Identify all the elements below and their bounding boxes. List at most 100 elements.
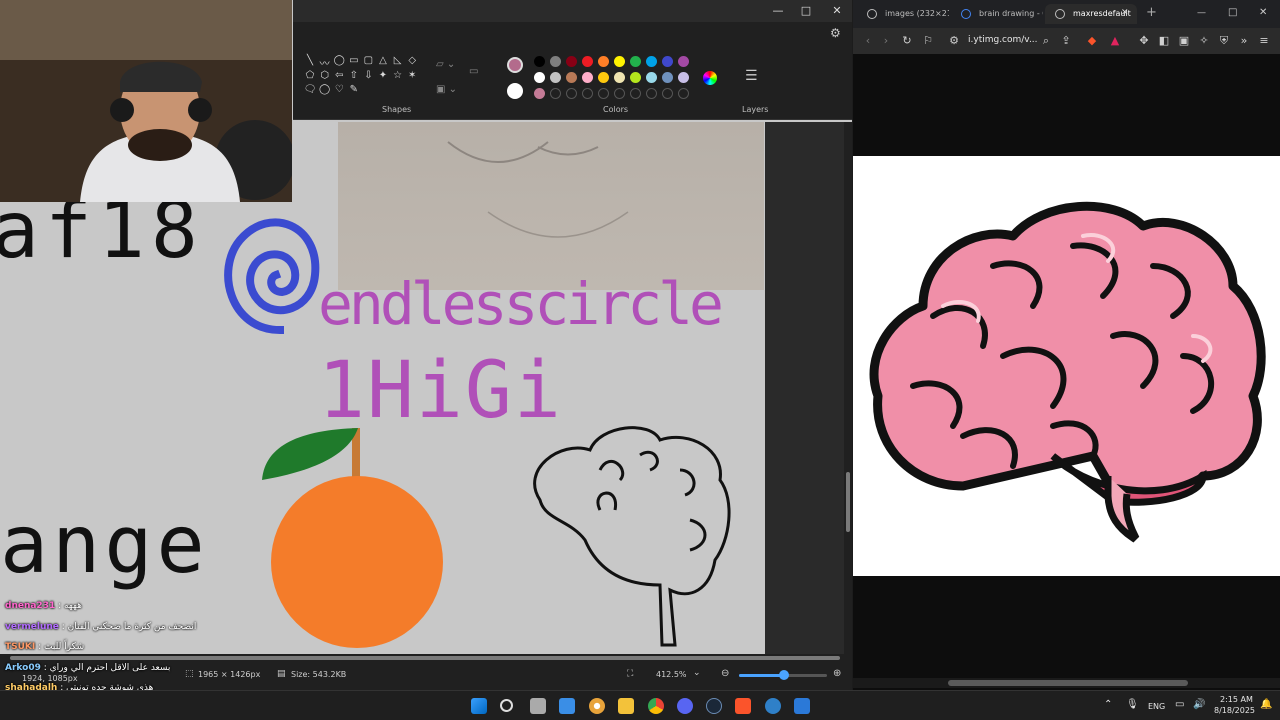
close-tab-icon[interactable]: ✕	[1121, 8, 1129, 18]
chat-username[interactable]: dnena231	[5, 601, 55, 611]
paint-horizontal-scrollbar[interactable]	[0, 654, 852, 662]
empty-color-slot[interactable]	[598, 88, 609, 99]
store-icon[interactable]	[559, 698, 575, 714]
back-icon[interactable]: ‹	[861, 34, 875, 48]
palette-color-swatch[interactable]	[646, 56, 657, 67]
palette-color-swatch[interactable]	[662, 56, 673, 67]
chat-username[interactable]: Arko09	[5, 663, 41, 673]
palette-color-swatch[interactable]	[598, 72, 609, 83]
site-info-icon[interactable]: ⚙	[947, 34, 961, 48]
notifications-icon[interactable]: 🔔	[1260, 699, 1272, 710]
menu-icon[interactable]: ≡	[1257, 34, 1271, 48]
file-explorer-icon[interactable]	[618, 698, 634, 714]
reload-icon[interactable]: ↻	[900, 34, 914, 48]
shape-tool-icon[interactable]: △	[376, 55, 390, 66]
palette-color-swatch[interactable]	[662, 72, 673, 83]
shape-tool-icon[interactable]: ▭	[347, 55, 361, 66]
extensions-icon[interactable]: ✥	[1137, 34, 1151, 48]
palette-color-swatch[interactable]	[550, 72, 561, 83]
tab-images[interactable]: images (232×217)	[857, 4, 949, 24]
horizontal-scroll-thumb[interactable]	[10, 656, 840, 660]
zoom-slider-thumb[interactable]	[779, 670, 789, 680]
shape-tool-icon[interactable]: ✦	[376, 70, 390, 81]
brave-icon[interactable]	[735, 698, 751, 714]
empty-color-slot[interactable]	[678, 88, 689, 99]
layers-group-label[interactable]: Layers	[742, 105, 768, 114]
shape-tool-icon[interactable]: ⬠	[303, 70, 317, 81]
palette-color-swatch[interactable]	[534, 56, 545, 67]
shape-fill-icon[interactable]: ▣ ⌄	[436, 84, 457, 95]
wallet-icon[interactable]: ▣	[1177, 34, 1191, 48]
shape-tool-icon[interactable]: ☆	[391, 70, 405, 81]
shape-tool-icon[interactable]: ⇩	[361, 70, 375, 81]
empty-color-slot[interactable]	[566, 88, 577, 99]
zoom-out-icon[interactable]: ⊖	[721, 668, 729, 679]
more-tools-icon[interactable]: »	[1237, 34, 1251, 48]
leo-ai-icon[interactable]: ✧	[1197, 34, 1211, 48]
palette-color-swatch[interactable]	[630, 56, 641, 67]
shape-tool-icon[interactable]: ◯	[318, 84, 332, 95]
chat-username[interactable]: vermelune	[5, 622, 59, 632]
palette-color-swatch[interactable]	[582, 72, 593, 83]
input-language[interactable]: ENG	[1148, 702, 1165, 711]
palette-color-swatch[interactable]	[550, 56, 561, 67]
share-icon[interactable]: ⇪	[1059, 34, 1073, 48]
tray-overflow-icon[interactable]: ⌃	[1104, 699, 1112, 710]
clock-date[interactable]: 8/18/2025	[1214, 706, 1255, 715]
empty-color-slot[interactable]	[550, 88, 561, 99]
sidebar-icon[interactable]: ◧	[1157, 34, 1171, 48]
shape-tool-icon[interactable]: ▢	[361, 55, 375, 66]
shapes-expand-icon[interactable]: ▭	[469, 66, 478, 77]
zoom-dropdown-icon[interactable]: ⌄	[693, 668, 701, 678]
primary-color-swatch[interactable]	[507, 57, 523, 73]
palette-color-swatch[interactable]	[646, 72, 657, 83]
browser-horizontal-scrollbar[interactable]	[853, 678, 1280, 688]
palette-color-swatch[interactable]	[534, 88, 545, 99]
shape-tool-icon[interactable]: ◺	[391, 55, 405, 66]
zoom-in-icon[interactable]: ⊕	[833, 668, 841, 679]
zoom-level[interactable]: 412.5%	[656, 670, 687, 679]
shape-tool-icon[interactable]: ✶	[405, 70, 419, 81]
paint-vertical-scrollbar[interactable]	[844, 122, 852, 654]
shape-outline-icon[interactable]: ▱ ⌄	[436, 59, 455, 70]
shape-tool-icon[interactable]: ⇧	[347, 70, 361, 81]
clock-time[interactable]: 2:15 AM	[1220, 695, 1253, 704]
microphone-icon[interactable]: 🎙	[1126, 699, 1139, 710]
empty-color-slot[interactable]	[582, 88, 593, 99]
palette-color-swatch[interactable]	[678, 56, 689, 67]
address-bar[interactable]: i.ytimg.com/v...	[968, 35, 1038, 45]
network-icon[interactable]: ▭	[1175, 699, 1184, 710]
palette-color-swatch[interactable]	[678, 72, 689, 83]
palette-color-swatch[interactable]	[614, 72, 625, 83]
paint-minimize-button[interactable]: —	[771, 4, 785, 18]
volume-icon[interactable]: 🔊	[1193, 699, 1205, 710]
brave-rewards-icon[interactable]: ▲	[1108, 34, 1122, 48]
palette-color-swatch[interactable]	[630, 72, 641, 83]
search-icon[interactable]	[500, 699, 513, 712]
vpn-icon[interactable]: ⛨	[1217, 34, 1231, 48]
forward-icon[interactable]: ›	[879, 34, 893, 48]
new-tab-button[interactable]: +	[1146, 5, 1157, 20]
discord-icon[interactable]	[677, 698, 693, 714]
empty-color-slot[interactable]	[614, 88, 625, 99]
browser-close-button[interactable]: ✕	[1259, 7, 1267, 18]
steam-icon[interactable]	[706, 698, 722, 714]
zoom-icon[interactable]: ⌕	[1039, 34, 1053, 48]
empty-color-slot[interactable]	[662, 88, 673, 99]
secondary-color-swatch[interactable]	[507, 83, 523, 99]
empty-color-slot[interactable]	[630, 88, 641, 99]
chrome-icon[interactable]	[648, 698, 664, 714]
palette-color-swatch[interactable]	[598, 56, 609, 67]
palette-color-swatch[interactable]	[534, 72, 545, 83]
settings-gear-icon[interactable]: ⚙	[830, 26, 841, 40]
browser-minimize-button[interactable]: —	[1197, 8, 1206, 18]
windows-start-icon[interactable]	[471, 698, 487, 714]
palette-color-swatch[interactable]	[566, 72, 577, 83]
shape-tool-icon[interactable]: ╲	[303, 55, 317, 66]
shape-tool-icon[interactable]: ◇	[405, 55, 419, 66]
palette-color-swatch[interactable]	[614, 56, 625, 67]
brave-shield-icon[interactable]: ◆	[1085, 34, 1099, 48]
vertical-scroll-thumb[interactable]	[846, 472, 850, 532]
chat-username[interactable]: TSUKI	[5, 642, 35, 652]
shape-tool-icon[interactable]: ⇦	[332, 70, 346, 81]
